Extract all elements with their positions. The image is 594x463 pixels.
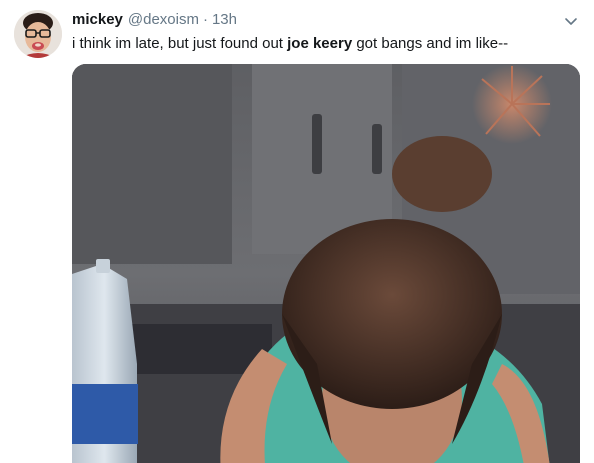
- tweet-text-bold: joe keery: [287, 35, 353, 52]
- tweet[interactable]: mickey @dexoism · 13h i think im late, b…: [0, 0, 594, 463]
- author-handle[interactable]: @dexoism: [128, 9, 199, 31]
- tweet-media[interactable]: [72, 64, 580, 463]
- media-image: [72, 64, 580, 463]
- separator-dot: ·: [202, 11, 208, 28]
- chevron-down-icon[interactable]: [562, 12, 580, 30]
- author-name[interactable]: mickey: [72, 9, 123, 31]
- tweet-text-end: got bangs and im like--: [352, 35, 509, 52]
- tweet-header: mickey @dexoism · 13h: [72, 9, 237, 31]
- avatar[interactable]: [14, 10, 62, 58]
- tweet-text: i think im late, but just found out joe …: [72, 33, 582, 55]
- timestamp[interactable]: 13h: [212, 9, 237, 31]
- avatar-image: [14, 10, 62, 58]
- tweet-text-start: i think im late, but just found out: [72, 35, 288, 52]
